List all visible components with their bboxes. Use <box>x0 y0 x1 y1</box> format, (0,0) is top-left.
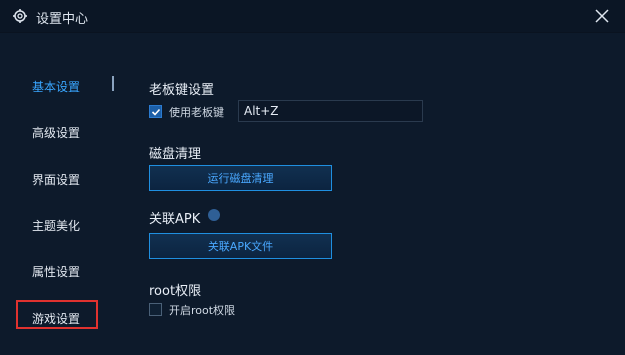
sidebar-item-label: 高级设置 <box>32 125 81 140</box>
hotkey-input[interactable] <box>238 100 423 122</box>
disk-cleanup-title: 磁盘清理 <box>149 147 202 162</box>
gear-icon <box>12 8 28 24</box>
sidebar-item-label: 属性设置 <box>32 264 81 279</box>
highlight-box <box>16 300 98 329</box>
boss-key-title: 老板键设置 <box>149 83 215 98</box>
boss-key-checkbox[interactable] <box>149 105 162 118</box>
sidebar-item-interface[interactable]: 界面设置 <box>0 163 125 195</box>
settings-window: 设置中心 基本设置 高级设置 界面设置 主题美化 属性设置 游戏设置 老板键设置… <box>0 0 625 355</box>
window-title: 设置中心 <box>36 12 89 27</box>
boss-key-checkbox-label: 使用老板键 <box>169 106 224 119</box>
root-checkbox[interactable] <box>149 303 162 316</box>
sidebar-item-properties[interactable]: 属性设置 <box>0 255 125 287</box>
associate-apk-button[interactable]: 关联APK文件 <box>149 233 332 259</box>
close-icon[interactable] <box>593 7 611 25</box>
sidebar-item-label: 界面设置 <box>32 172 81 187</box>
help-icon[interactable] <box>208 209 220 221</box>
root-title: root权限 <box>149 284 202 299</box>
sidebar-item-basic[interactable]: 基本设置 <box>0 70 125 102</box>
active-indicator <box>112 76 114 91</box>
run-disk-cleanup-label: 运行磁盘清理 <box>207 172 274 185</box>
associate-apk-label: 关联APK文件 <box>207 240 274 253</box>
run-disk-cleanup-button[interactable]: 运行磁盘清理 <box>149 165 332 191</box>
root-checkbox-label: 开启root权限 <box>169 304 236 317</box>
sidebar-item-label: 基本设置 <box>32 79 81 94</box>
apk-title: 关联APK <box>149 212 201 227</box>
title-bar[interactable]: 设置中心 <box>0 0 625 33</box>
sidebar-item-theme[interactable]: 主题美化 <box>0 209 125 241</box>
sidebar-item-label: 主题美化 <box>32 218 81 233</box>
sidebar-item-advanced[interactable]: 高级设置 <box>0 116 125 148</box>
